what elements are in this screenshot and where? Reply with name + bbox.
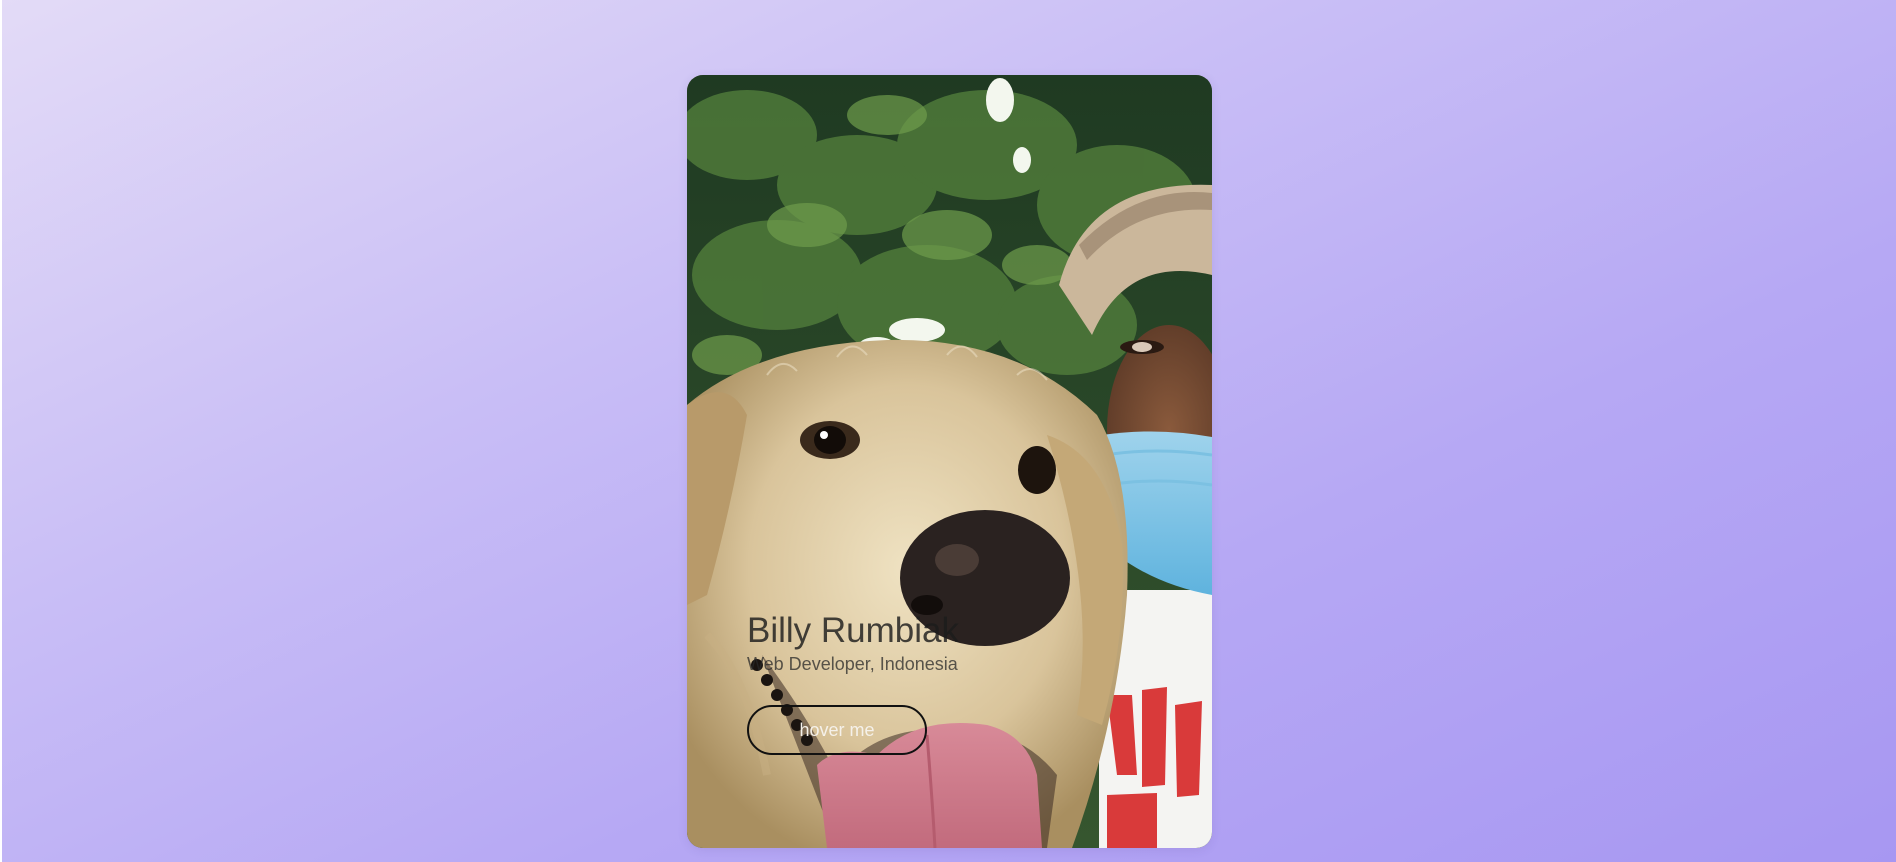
profile-info: Billy Rumbiak Web Developer, Indonesia bbox=[747, 610, 1167, 675]
hover-me-button[interactable]: hover me bbox=[747, 705, 927, 755]
profile-name: Billy Rumbiak bbox=[747, 611, 959, 650]
profile-card: Billy Rumbiak Web Developer, Indonesia h… bbox=[687, 75, 1212, 848]
profile-subtitle: Web Developer, Indonesia bbox=[747, 654, 958, 674]
page-left-edge bbox=[0, 0, 2, 862]
